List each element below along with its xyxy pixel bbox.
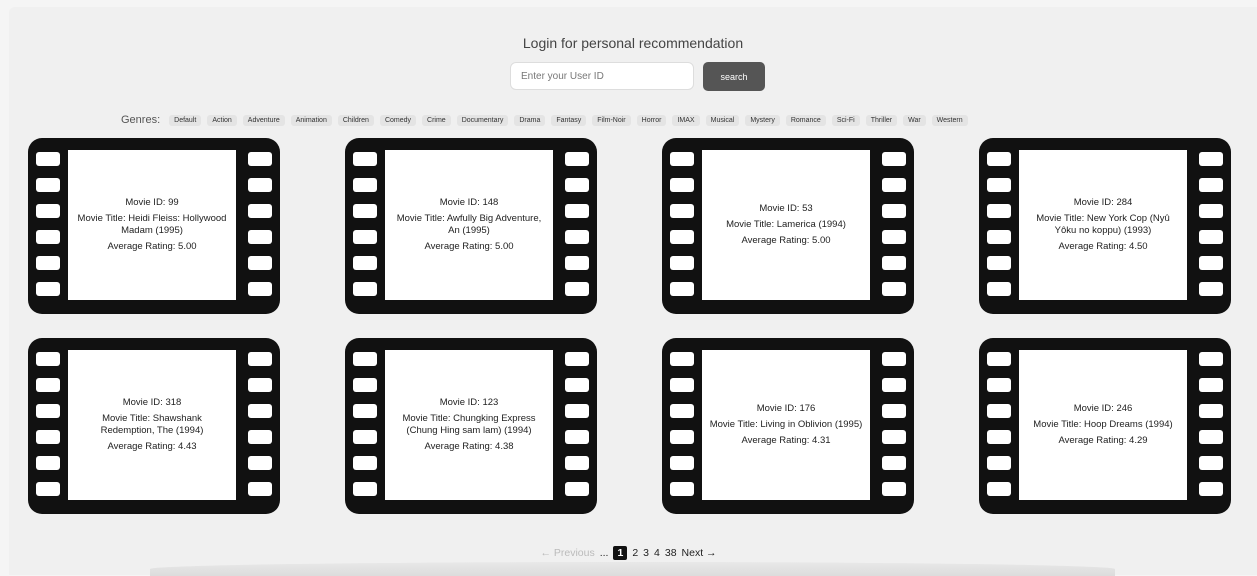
genre-action[interactable]: Action [207, 114, 237, 126]
genre-horror[interactable]: Horror [636, 114, 667, 126]
genres-label: Genres: [121, 114, 161, 126]
user-id-input[interactable] [510, 62, 694, 90]
previous-link[interactable]: ← Previous [540, 547, 594, 559]
genre-sci-fi[interactable]: Sci-Fi [831, 114, 860, 126]
movie-card-content: Movie ID: 318 Movie Title: Shawshank Red… [68, 350, 236, 500]
genre-western[interactable]: Western [931, 114, 968, 126]
movie-card[interactable]: Movie ID: 123 Movie Title: Chungking Exp… [345, 338, 597, 514]
genre-film-noir[interactable]: Film-Noir [592, 114, 631, 126]
genre-documentary[interactable]: Documentary [456, 114, 509, 126]
genre-drama[interactable]: Drama [514, 114, 546, 126]
movie-id: Movie ID: 99 [125, 197, 179, 209]
movie-id: Movie ID: 148 [439, 197, 499, 209]
movie-card-content: Movie ID: 99 Movie Title: Heidi Fleiss: … [68, 150, 236, 300]
movie-card[interactable]: Movie ID: 99 Movie Title: Heidi Fleiss: … [28, 138, 280, 314]
genre-comedy[interactable]: Comedy [379, 114, 417, 126]
page-link-38[interactable]: 38 [665, 547, 677, 559]
movie-card[interactable]: Movie ID: 318 Movie Title: Shawshank Red… [28, 338, 280, 514]
movie-rating: Average Rating: 4.29 [1058, 434, 1148, 446]
page-link-3[interactable]: 3 [643, 547, 649, 559]
movie-rating: Average Rating: 5.00 [741, 234, 831, 246]
genre-default[interactable]: Default [169, 114, 202, 126]
pagination-ellipsis: ... [599, 547, 609, 559]
movie-card-content: Movie ID: 123 Movie Title: Chungking Exp… [385, 350, 553, 500]
movie-title: Movie Title: Living in Oblivion (1995) [709, 419, 863, 431]
movie-title: Movie Title: Lamerica (1994) [726, 219, 846, 231]
movie-card-content: Movie ID: 284 Movie Title: New York Cop … [1019, 150, 1187, 300]
movie-id: Movie ID: 246 [1073, 403, 1133, 415]
genre-musical[interactable]: Musical [705, 114, 740, 126]
movie-card-content: Movie ID: 246 Movie Title: Hoop Dreams (… [1019, 350, 1187, 500]
genre-mystery[interactable]: Mystery [745, 114, 780, 126]
genre-imax[interactable]: IMAX [672, 114, 700, 126]
movie-title: Movie Title: Chungking Express (Chung Hi… [402, 413, 536, 436]
movie-id: Movie ID: 123 [439, 397, 499, 409]
page-link-2[interactable]: 2 [632, 547, 638, 559]
movie-title: Movie Title: Heidi Fleiss: Hollywood Mad… [77, 213, 227, 236]
page-link-4[interactable]: 4 [654, 547, 660, 559]
movie-card-content: Movie ID: 148 Movie Title: Awfully Big A… [385, 150, 553, 300]
next-link[interactable]: Next → [682, 547, 717, 559]
movie-rating: Average Rating: 4.38 [424, 440, 514, 452]
movie-card[interactable]: Movie ID: 148 Movie Title: Awfully Big A… [345, 138, 597, 314]
genre-thriller[interactable]: Thriller [865, 114, 898, 126]
genre-war[interactable]: War [903, 114, 926, 126]
movie-id: Movie ID: 176 [756, 403, 816, 415]
genre-children[interactable]: Children [337, 114, 374, 126]
movie-card-content: Movie ID: 176 Movie Title: Living in Obl… [702, 350, 870, 500]
genre-fantasy[interactable]: Fantasy [551, 114, 587, 126]
search-button[interactable]: search [703, 62, 765, 91]
search-row: search [510, 62, 765, 91]
page-current[interactable]: 1 [613, 546, 628, 560]
movie-rating: Average Rating: 5.00 [107, 240, 197, 252]
genre-animation[interactable]: Animation [290, 114, 332, 126]
movie-id: Movie ID: 284 [1073, 197, 1133, 209]
movie-rating: Average Rating: 5.00 [424, 240, 514, 252]
movie-title: Movie Title: Shawshank Redemption, The (… [100, 413, 204, 436]
genre-romance[interactable]: Romance [785, 114, 826, 126]
login-title: Login for personal recommendation [522, 35, 744, 51]
movie-title: Movie Title: New York Cop (Nyû Yôku no k… [1036, 213, 1170, 236]
genre-crime[interactable]: Crime [422, 114, 451, 126]
movie-rating: Average Rating: 4.50 [1058, 240, 1148, 252]
pagination: ← Previous ... 1 2 3 4 38 Next → [0, 546, 1257, 560]
genres-bar: Genres: Default Action Adventure Animation C… [121, 114, 968, 126]
movie-title: Movie Title: Hoop Dreams (1994) [1033, 419, 1173, 431]
movie-card[interactable]: Movie ID: 176 Movie Title: Living in Obl… [662, 338, 914, 514]
movie-title: Movie Title: Awfully Big Adventure, An (… [396, 213, 542, 236]
movie-card[interactable]: Movie ID: 246 Movie Title: Hoop Dreams (… [979, 338, 1231, 514]
movie-card-content: Movie ID: 53 Movie Title: Lamerica (1994… [702, 150, 870, 300]
movie-card[interactable]: Movie ID: 53 Movie Title: Lamerica (1994… [662, 138, 914, 314]
movie-card[interactable]: Movie ID: 284 Movie Title: New York Cop … [979, 138, 1231, 314]
bottom-decoration [150, 562, 1115, 576]
movie-rating: Average Rating: 4.31 [741, 434, 831, 446]
genre-adventure[interactable]: Adventure [242, 114, 285, 126]
movie-id: Movie ID: 53 [759, 203, 813, 215]
movie-id: Movie ID: 318 [122, 397, 182, 409]
movie-rating: Average Rating: 4.43 [107, 440, 197, 452]
